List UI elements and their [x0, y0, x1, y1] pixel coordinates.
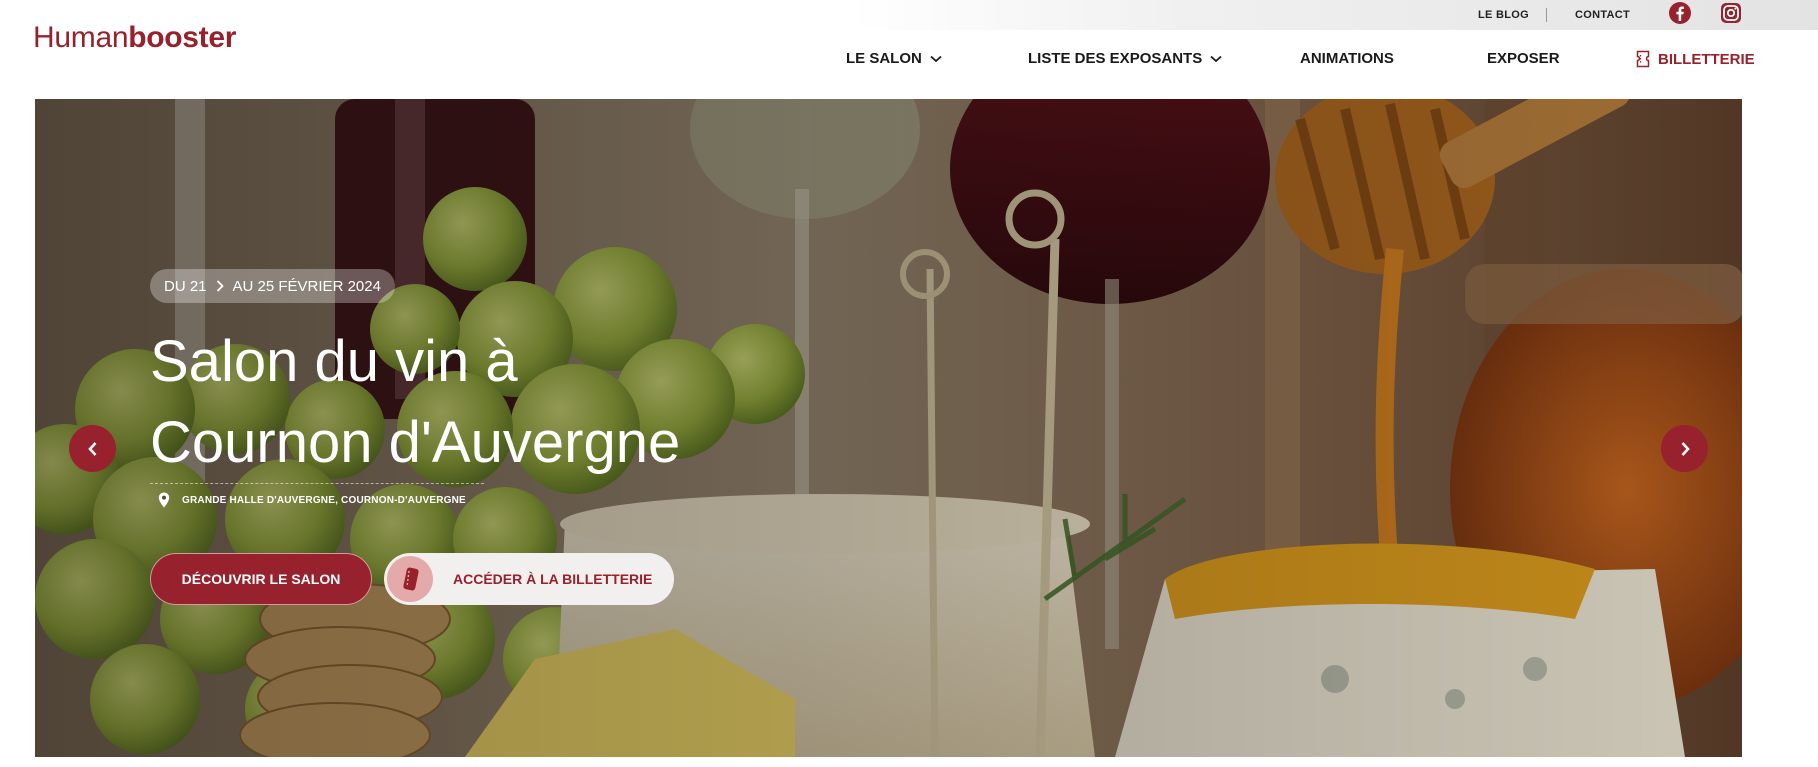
location-text: GRANDE HALLE D'AUVERGNE, COURNON-D'AUVER…	[182, 494, 466, 506]
map-pin-icon	[158, 492, 170, 508]
nav-liste-des-exposants[interactable]: LISTE DES EXPOSANTS	[1028, 50, 1222, 67]
nav-animations[interactable]: ANIMATIONS	[1300, 50, 1394, 67]
nav-label: EXPOSER	[1487, 50, 1560, 67]
top-link-divider	[1546, 8, 1547, 22]
logo-text-bold: booster	[128, 21, 237, 54]
hero-title-line-1: Salon du vin à	[150, 329, 518, 394]
facebook-icon[interactable]	[1668, 1, 1692, 25]
chevron-right-icon	[216, 280, 224, 292]
top-link-contact[interactable]: CONTACT	[1575, 9, 1630, 21]
nav-exposer[interactable]: EXPOSER	[1487, 50, 1560, 67]
discover-salon-button[interactable]: DÉCOUVRIR LE SALON	[150, 553, 372, 605]
slider-next-button[interactable]	[1661, 425, 1708, 472]
instagram-icon[interactable]	[1719, 1, 1743, 25]
slider-prev-button[interactable]	[69, 425, 116, 472]
nav-le-salon[interactable]: LE SALON	[846, 50, 942, 67]
access-ticketing-button[interactable]: ACCÉDER À LA BILLETTERIE	[384, 553, 674, 605]
nav-label: ANIMATIONS	[1300, 50, 1394, 67]
nav-label: BILLETTERIE	[1658, 50, 1755, 68]
nav-label: LISTE DES EXPOSANTS	[1028, 50, 1203, 67]
top-link-blog[interactable]: LE BLOG	[1478, 9, 1529, 21]
nav-billetterie[interactable]: BILLETTERIE	[1636, 50, 1755, 68]
event-date-badge: DU 21 AU 25 FÉVRIER 2024	[150, 269, 395, 303]
event-location: GRANDE HALLE D'AUVERGNE, COURNON-D'AUVER…	[150, 483, 484, 508]
site-logo[interactable]: Humanbooster	[33, 20, 236, 56]
hero-title-line-2: Cournon d'Auvergne	[150, 410, 681, 475]
ticket-icon	[387, 556, 433, 602]
date-start: DU 21	[164, 277, 207, 295]
chevron-left-icon	[87, 441, 96, 456]
button-label: DÉCOUVRIR LE SALON	[181, 571, 341, 587]
date-end: AU 25 FÉVRIER 2024	[232, 277, 381, 295]
logo-text-light: Human	[33, 21, 129, 54]
hero-slider: DU 21 AU 25 FÉVRIER 2024 Salon du vin à …	[35, 99, 1742, 757]
ticket-icon	[1636, 50, 1650, 68]
button-label: ACCÉDER À LA BILLETTERIE	[453, 571, 653, 587]
chevron-down-icon	[930, 55, 942, 62]
chevron-down-icon	[1210, 55, 1222, 62]
hero-title: Salon du vin à Cournon d'Auvergne	[150, 321, 790, 483]
chevron-right-icon	[1681, 441, 1690, 456]
nav-label: LE SALON	[846, 50, 922, 67]
